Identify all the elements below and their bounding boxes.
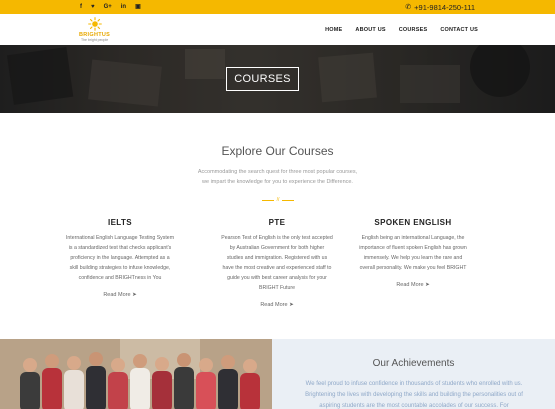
social-links: f ♥ G+ in ▣ <box>80 0 141 14</box>
course-desc-line: guide you with best career analysis for … <box>227 275 327 281</box>
course-card-pte: PTE Pearson Test of English is the only … <box>207 218 347 311</box>
course-desc-line: International English Language Testing S… <box>65 235 175 241</box>
google-plus-icon[interactable]: G+ <box>104 0 112 14</box>
read-more-link[interactable]: Read More ➤ <box>260 302 293 308</box>
twitter-icon[interactable]: ♥ <box>91 0 95 14</box>
logo-tagline: The bright people <box>80 38 109 42</box>
read-more-label: Read More <box>396 282 424 288</box>
facebook-icon[interactable]: f <box>80 0 82 14</box>
course-desc-line: proficiency in the language. Attempted a… <box>70 255 170 261</box>
group-photo-image <box>0 339 272 409</box>
arrow-right-icon: ➤ <box>132 292 137 298</box>
course-desc-line: confidence and BRIGHTness in You <box>78 275 162 281</box>
read-more-label: Read More <box>103 292 131 298</box>
course-desc-line: skill building strategies to infuse know… <box>69 265 171 271</box>
course-title: PTE <box>268 218 286 227</box>
hero-banner: COURSES <box>0 45 555 113</box>
course-desc-line: importance of fluent spoken English has … <box>359 245 467 251</box>
hero-title-box: COURSES <box>226 67 299 91</box>
explore-subtitle: Accommodating the search quest for three… <box>0 167 555 187</box>
course-desc-line: studies and immigration. Registered with… <box>226 255 328 261</box>
course-desc-line: is a standardized test that checks appli… <box>68 245 172 251</box>
course-title: IELTS <box>107 218 133 227</box>
phone-icon: ✆ <box>405 4 412 11</box>
explore-subtitle-line: Accommodating the search quest for three… <box>197 169 358 175</box>
course-card-ielts: IELTS International English Language Tes… <box>50 218 190 301</box>
course-card-spoken-english: SPOKEN ENGLISH English being an internat… <box>343 218 483 291</box>
instagram-icon[interactable]: ▣ <box>135 0 141 14</box>
achievements-title: Our Achievements <box>372 358 455 369</box>
section-divider: // <box>258 196 298 204</box>
nav-contact-us[interactable]: CONTACT US <box>440 27 478 33</box>
course-title: SPOKEN ENGLISH <box>374 218 452 227</box>
navbar: BRIGHTUS The bright people HOME ABOUT US… <box>0 14 555 45</box>
explore-title: Explore Our Courses <box>221 144 334 158</box>
course-desc-line: immensely. We help you learn the rare an… <box>363 255 463 261</box>
achievements-line: Brightening the lives with developing th… <box>305 392 523 398</box>
course-description: English being an international Language,… <box>343 233 483 273</box>
main-nav: HOME ABOUT US COURSES CONTACT US <box>325 27 478 33</box>
course-desc-line: have the most creative and experienced s… <box>222 265 332 271</box>
achievements-text: We feel proud to infuse confidence in th… <box>284 379 544 409</box>
linkedin-icon[interactable]: in <box>121 0 126 14</box>
course-desc-line: by Australian Government for both higher <box>229 245 325 251</box>
read-more-link[interactable]: Read More ➤ <box>396 282 429 288</box>
sun-logo-icon <box>87 17 102 31</box>
course-desc-line: Pearson Test of English is the only test… <box>221 235 333 241</box>
course-description: Pearson Test of English is the only test… <box>207 233 347 293</box>
top-bar: f ♥ G+ in ▣ ✆ +91-9814-250-111 <box>0 0 555 14</box>
nav-home[interactable]: HOME <box>325 27 342 33</box>
achievements-line: We feel proud to infuse confidence in th… <box>305 381 523 387</box>
phone-number: +91-9814-250-111 <box>414 2 475 12</box>
nav-about-us[interactable]: ABOUT US <box>355 27 385 33</box>
divider-line <box>282 199 295 201</box>
divider-line <box>261 199 274 201</box>
logo[interactable]: BRIGHTUS The bright people <box>79 17 110 42</box>
nav-courses[interactable]: COURSES <box>399 27 428 33</box>
achievements-section: Our Achievements We feel proud to infuse… <box>272 339 555 409</box>
course-desc-line: English being an international Language,… <box>361 235 465 241</box>
hero-title: COURSES <box>234 73 291 85</box>
group-photo <box>0 339 272 409</box>
read-more-label: Read More <box>260 302 288 308</box>
course-desc-line: overall personality. We make you feel BR… <box>359 265 467 271</box>
explore-subtitle-line: we impart the knowledge for you to exper… <box>202 179 353 185</box>
course-description: International English Language Testing S… <box>50 233 190 283</box>
course-desc-line: BRIGHT Future <box>259 285 295 291</box>
achievements-line: aspiring students are the most countable… <box>319 403 509 409</box>
arrow-right-icon: ➤ <box>425 282 430 288</box>
read-more-link[interactable]: Read More ➤ <box>103 292 136 298</box>
divider-mark: // <box>276 197 280 203</box>
arrow-right-icon: ➤ <box>289 302 294 308</box>
phone-contact[interactable]: ✆ +91-9814-250-111 <box>405 3 475 12</box>
